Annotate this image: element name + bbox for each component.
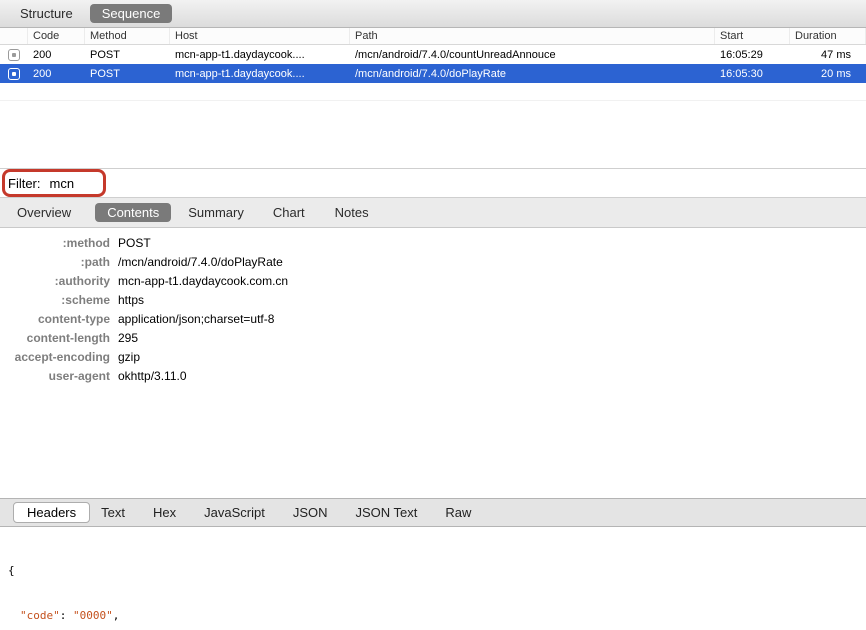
view-tabbar: Structure Sequence bbox=[0, 0, 866, 28]
tab-notes[interactable]: Notes bbox=[335, 205, 369, 220]
column-path[interactable]: Path bbox=[350, 28, 715, 44]
filter-label: Filter: bbox=[8, 175, 41, 191]
request-path: /mcn/android/7.4.0/doPlayRate bbox=[355, 67, 507, 80]
header-row: :scheme https bbox=[0, 290, 866, 309]
tab-json[interactable]: JSON bbox=[293, 505, 328, 520]
tab-hex[interactable]: Hex bbox=[153, 505, 176, 520]
request-row[interactable]: 200 POST mcn-app-t1.daydaycook.... /mcn/… bbox=[0, 45, 866, 64]
tab-summary[interactable]: Summary bbox=[188, 205, 244, 220]
header-row: content-type application/json;charset=ut… bbox=[0, 309, 866, 328]
request-row-selected[interactable]: 200 POST mcn-app-t1.daydaycook.... /mcn/… bbox=[0, 64, 866, 83]
tab-chart[interactable]: Chart bbox=[273, 205, 305, 220]
request-method: POST bbox=[90, 67, 120, 80]
json-colon: : bbox=[59, 609, 73, 622]
detail-tabbar: Overview Contents Summary Chart Notes bbox=[0, 198, 866, 228]
tab-structure[interactable]: Structure bbox=[20, 6, 73, 21]
json-line: "code": "0000", bbox=[8, 608, 866, 623]
request-status-icon bbox=[8, 67, 20, 80]
header-key: content-type bbox=[38, 311, 110, 326]
filter-input[interactable] bbox=[49, 173, 858, 193]
column-method[interactable]: Method bbox=[85, 28, 170, 44]
column-code[interactable]: Code bbox=[28, 28, 85, 44]
header-key: :method bbox=[62, 235, 110, 250]
header-key: content-length bbox=[26, 330, 110, 345]
tab-javascript[interactable]: JavaScript bbox=[204, 505, 265, 520]
header-value: mcn-app-t1.daydaycook.com.cn bbox=[118, 273, 289, 288]
request-table-header: Code Method Host Path Start Duration bbox=[0, 28, 866, 45]
request-headers-panel: :method POST :path /mcn/android/7.4.0/do… bbox=[0, 228, 866, 498]
column-icon bbox=[0, 28, 28, 44]
header-value: https bbox=[118, 292, 145, 307]
json-key: "code" bbox=[20, 609, 60, 622]
tab-overview[interactable]: Overview bbox=[17, 205, 71, 220]
request-status-cell bbox=[0, 67, 28, 80]
request-path: /mcn/android/7.4.0/countUnreadAnnouce bbox=[355, 48, 556, 61]
header-key: :path bbox=[80, 254, 110, 269]
header-key: :authority bbox=[54, 273, 110, 288]
request-method: POST bbox=[90, 48, 120, 61]
header-row: :method POST bbox=[0, 233, 866, 252]
json-open-brace: { bbox=[8, 563, 866, 578]
request-host: mcn-app-t1.daydaycook.... bbox=[175, 67, 305, 80]
response-body-json: { "code": "0000", "message": "请求成功", "ev… bbox=[0, 527, 866, 630]
request-status-icon bbox=[8, 48, 20, 61]
header-key: :scheme bbox=[61, 292, 110, 307]
body-tabbar: Headers Text Hex JavaScript JSON JSON Te… bbox=[0, 498, 866, 527]
header-row: content-length 295 bbox=[0, 328, 866, 347]
column-start[interactable]: Start bbox=[715, 28, 790, 44]
header-row: :authority mcn-app-t1.daydaycook.com.cn bbox=[0, 271, 866, 290]
header-value: 295 bbox=[118, 330, 139, 345]
header-row: :path /mcn/android/7.4.0/doPlayRate bbox=[0, 252, 866, 271]
tab-text[interactable]: Text bbox=[101, 505, 125, 520]
tab-sequence[interactable]: Sequence bbox=[89, 4, 173, 23]
json-brace: { bbox=[8, 564, 15, 577]
header-row: user-agent okhttp/3.11.0 bbox=[0, 366, 866, 385]
request-host: mcn-app-t1.daydaycook.... bbox=[175, 48, 305, 61]
request-duration: 47 ms bbox=[821, 48, 851, 61]
header-key: user-agent bbox=[48, 368, 110, 383]
tab-contents[interactable]: Contents bbox=[95, 203, 172, 222]
request-start: 16:05:30 bbox=[720, 67, 763, 80]
request-code: 200 bbox=[33, 48, 52, 61]
column-duration[interactable]: Duration bbox=[790, 28, 866, 44]
tab-json-text[interactable]: JSON Text bbox=[355, 505, 417, 520]
table-bottom-divider bbox=[0, 100, 866, 101]
request-duration: 20 ms bbox=[821, 67, 851, 80]
header-key: accept-encoding bbox=[14, 349, 110, 364]
filter-bar: Filter: bbox=[0, 168, 866, 198]
header-value: POST bbox=[118, 235, 151, 250]
json-value: "0000" bbox=[73, 609, 113, 622]
tab-headers[interactable]: Headers bbox=[13, 502, 91, 523]
json-comma: , bbox=[112, 609, 120, 622]
header-row: accept-encoding gzip bbox=[0, 347, 866, 366]
request-code: 200 bbox=[33, 67, 52, 80]
proxy-debugger-window: Structure Sequence Code Method Host Path… bbox=[0, 0, 866, 630]
header-value: /mcn/android/7.4.0/doPlayRate bbox=[118, 254, 283, 269]
header-value: okhttp/3.11.0 bbox=[118, 368, 187, 383]
tab-raw[interactable]: Raw bbox=[445, 505, 471, 520]
header-value: gzip bbox=[118, 349, 141, 364]
request-status-cell bbox=[0, 48, 28, 61]
header-value: application/json;charset=utf-8 bbox=[118, 311, 275, 326]
request-start: 16:05:29 bbox=[720, 48, 763, 61]
column-host[interactable]: Host bbox=[170, 28, 350, 44]
